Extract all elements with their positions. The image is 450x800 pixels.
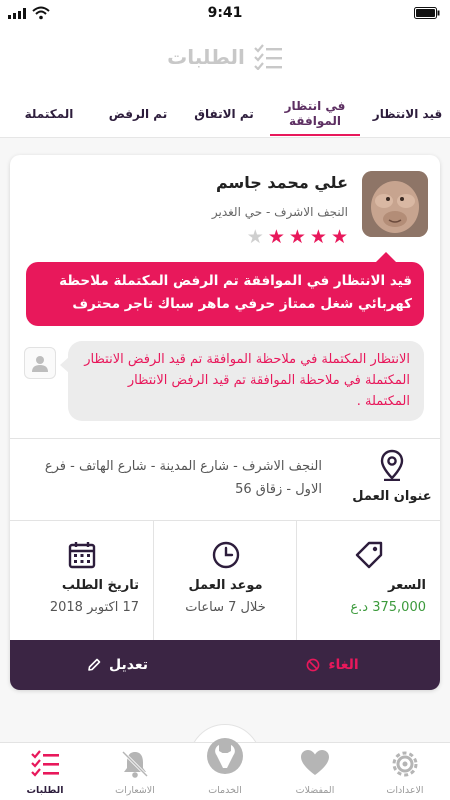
address-label: عنوان العمل xyxy=(352,489,432,504)
tab-pending[interactable]: قيد الانتظار xyxy=(365,90,450,138)
tab-label: تم الرفض xyxy=(108,106,168,121)
bottom-nav: الاعدادات المفضلات الخدمات الاشعارات الط… xyxy=(0,738,450,800)
star-icon: ★ xyxy=(267,226,285,248)
cancel-label: الغاء xyxy=(328,657,359,673)
order-date-value: 17 اكتوبر 2018 xyxy=(49,600,139,615)
price-label: السعر xyxy=(388,578,426,593)
reply-avatar xyxy=(24,347,56,379)
tab-label: تم الاتفاق xyxy=(194,106,254,121)
nav-notifications[interactable]: الاشعارات xyxy=(90,743,180,800)
star-icon: ★ xyxy=(288,226,306,248)
avatar[interactable] xyxy=(362,171,428,237)
address-text: النجف الاشرف - شارع المدينة - شارع الهات… xyxy=(44,459,322,497)
work-time-value: خلال 7 ساعات xyxy=(185,600,266,615)
work-time-label: موعد العمل xyxy=(188,578,263,593)
nav-label: الطلبات xyxy=(26,785,64,796)
pencil-icon xyxy=(88,658,101,671)
nav-label: الخدمات xyxy=(208,785,242,796)
wrench-icon xyxy=(207,738,243,774)
status-time: 9:41 xyxy=(207,5,243,21)
reply-message: الانتظار المكتملة في ملاحظة الموافقة تم … xyxy=(60,341,424,421)
ban-icon xyxy=(306,658,320,672)
nav-favorites[interactable]: المفضلات xyxy=(270,743,360,800)
tab-label: قيد الانتظار xyxy=(372,106,443,121)
clock-icon xyxy=(212,541,239,569)
nav-label: الاعدادات xyxy=(386,785,424,796)
battery-icon xyxy=(414,7,440,19)
user-location: النجف الاشرف - حي الغدير xyxy=(211,205,348,219)
calendar-icon xyxy=(68,542,95,569)
work-time-info: موعد العمل خلال 7 ساعات xyxy=(154,520,297,640)
list-check-icon xyxy=(254,44,282,70)
bell-icon xyxy=(121,750,149,778)
user-icon xyxy=(32,356,48,372)
price-value: 375,000 د.ع xyxy=(350,600,426,615)
nav-requests[interactable]: الطلبات xyxy=(0,743,90,800)
tab-label: المكتملة xyxy=(24,106,74,121)
tab-awaiting-approval[interactable]: في انتظار الموافقة xyxy=(270,90,360,138)
tab-agreed[interactable]: تم الاتفاق xyxy=(183,90,265,138)
cancel-button[interactable]: الغاء xyxy=(225,640,440,690)
heart-icon xyxy=(301,750,329,775)
price-info: السعر 375,000 د.ع xyxy=(297,520,440,640)
order-actions: تعديل الغاء xyxy=(10,640,440,690)
order-card: علي محمد جاسم النجف الاشرف - حي الغدير ★… xyxy=(10,155,440,690)
nav-services[interactable]: الخدمات xyxy=(180,738,270,800)
edit-label: تعديل xyxy=(109,657,148,673)
nav-settings[interactable]: الاعدادات xyxy=(360,743,450,800)
star-icon: ★ xyxy=(246,226,264,248)
order-date-info: تاريخ الطلب 17 اكتوبر 2018 xyxy=(10,520,153,640)
order-date-label: تاريخ الطلب xyxy=(61,578,139,593)
divider xyxy=(10,438,440,439)
request-message: قيد الانتظار في الموافقة تم الرفض المكتم… xyxy=(26,252,424,326)
page-title: الطلبات xyxy=(167,45,245,69)
nav-label: الاشعارات xyxy=(115,785,155,796)
tab-label: في انتظار الموافقة xyxy=(284,99,346,128)
rating-stars: ★ ★ ★ ★ ★ xyxy=(247,227,348,247)
tab-completed[interactable]: المكتملة xyxy=(8,90,90,138)
nav-label: المفضلات xyxy=(295,785,335,796)
star-icon: ★ xyxy=(330,226,348,248)
gear-icon xyxy=(392,751,418,777)
price-tag-icon xyxy=(355,541,382,569)
location-pin-icon xyxy=(380,449,404,481)
tab-rejected[interactable]: تم الرفض xyxy=(98,90,178,138)
star-icon: ★ xyxy=(309,226,327,248)
user-name: علي محمد جاسم xyxy=(215,173,348,192)
edit-button[interactable]: تعديل xyxy=(10,640,225,690)
status-tabs: قيد الانتظار في انتظار الموافقة تم الاتف… xyxy=(0,90,450,138)
app-header: الطلبات xyxy=(0,26,450,90)
list-check-icon xyxy=(31,750,59,777)
status-bar: 9:41 xyxy=(0,0,450,26)
